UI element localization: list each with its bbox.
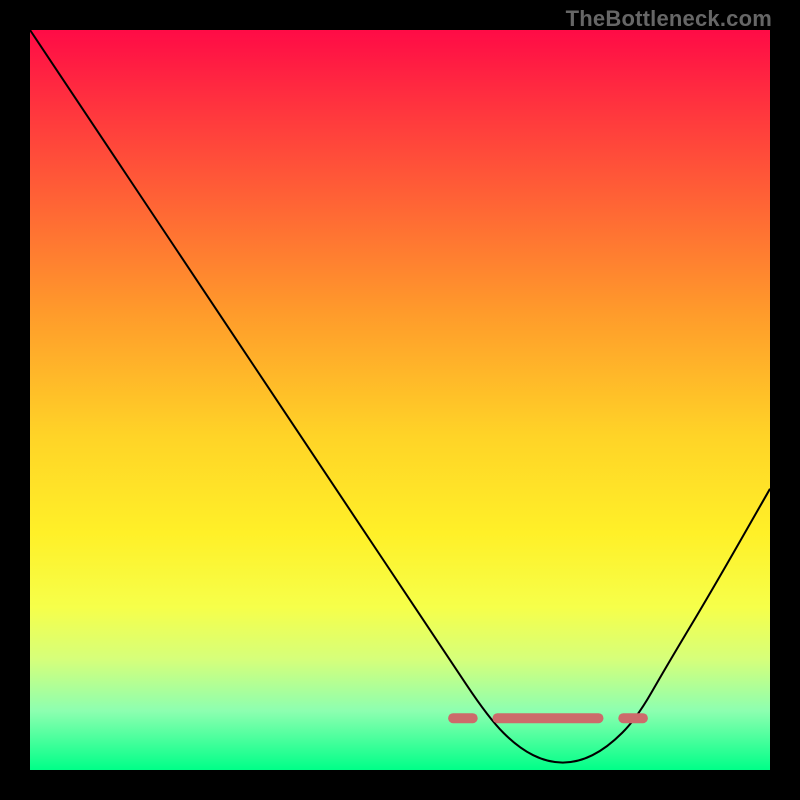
optimal-band-segment-1 [493,713,604,723]
chart-container: TheBottleneck.com [0,0,800,800]
plot-svg [30,30,770,770]
optimal-band-segment-2 [618,713,648,723]
bottleneck-curve [30,30,770,763]
watermark-text: TheBottleneck.com [566,6,772,32]
plot-area [30,30,770,770]
optimal-band-segment-0 [448,713,478,723]
